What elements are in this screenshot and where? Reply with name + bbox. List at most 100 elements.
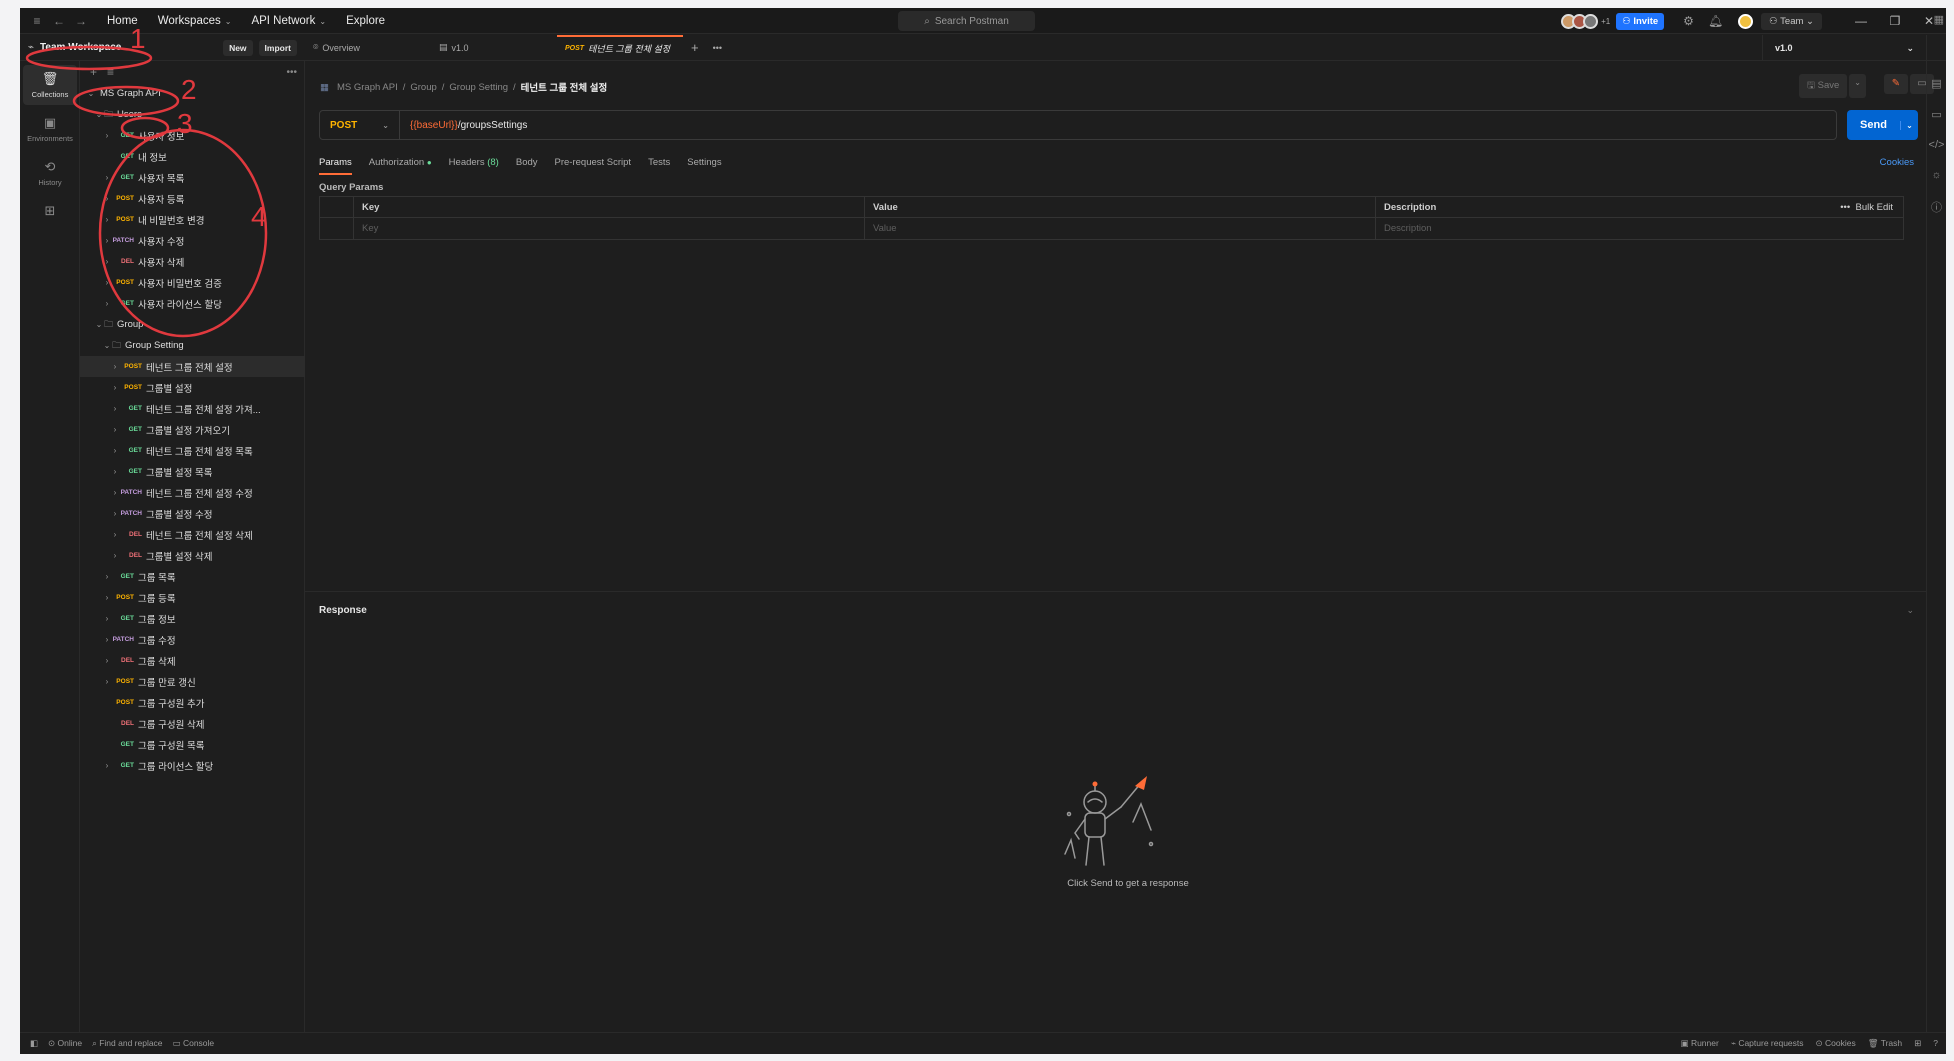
lightbulb-icon[interactable]: ☼ xyxy=(1927,169,1946,181)
request-item[interactable]: › DEL 그룹별 설정 삭제 xyxy=(80,545,305,566)
folder-item[interactable]: ⌄ 🗀︎ Group xyxy=(80,314,305,335)
invite-button[interactable]: ⚇ Invite xyxy=(1616,12,1665,30)
forward-arrow-icon[interactable]: → xyxy=(70,14,92,28)
back-arrow-icon[interactable]: ← xyxy=(48,14,70,28)
request-item[interactable]: POST 그룹 구성원 추가 xyxy=(80,692,305,713)
code-icon[interactable]: </> xyxy=(1927,139,1946,151)
collection-item[interactable]: ⌄ MS Graph API xyxy=(80,83,305,104)
trash-button[interactable]: 🗑︎ Trash xyxy=(1868,1038,1902,1049)
online-status[interactable]: ⊙ Online xyxy=(48,1038,82,1049)
cookies-link[interactable]: Cookies xyxy=(1880,157,1914,168)
request-item[interactable]: › POST 그룹 등록 xyxy=(80,587,305,608)
request-item[interactable]: › POST 그룹 만료 갱신 xyxy=(80,671,305,692)
chevron-right-icon[interactable]: › xyxy=(110,425,120,434)
capture-requests-button[interactable]: ⌁ Capture requests xyxy=(1731,1038,1804,1049)
sidebar-item-apps[interactable]: ⊞ xyxy=(23,197,77,228)
request-item[interactable]: GET 내 정보 xyxy=(80,146,305,167)
sidebar-item-history[interactable]: ⟲ History xyxy=(23,153,77,193)
request-item[interactable]: › PATCH 테넌트 그룹 전체 설정 수정 xyxy=(80,482,305,503)
request-item[interactable]: › PATCH 사용자 수정 xyxy=(80,230,305,251)
request-item[interactable]: › POST 사용자 비밀번호 검증 xyxy=(80,272,305,293)
tab-params[interactable]: Params xyxy=(319,157,352,175)
request-item[interactable]: GET 그룹 구성원 목록 xyxy=(80,734,305,755)
two-pane-icon[interactable]: ⊞ xyxy=(1914,1038,1921,1049)
chevron-right-icon[interactable]: › xyxy=(102,761,112,770)
chevron-right-icon[interactable]: › xyxy=(102,194,112,203)
request-item[interactable]: › PATCH 그룹별 설정 수정 xyxy=(80,503,305,524)
chevron-right-icon[interactable]: › xyxy=(110,404,120,413)
search-input[interactable]: ⌕ Search Postman xyxy=(898,11,1035,31)
runner-button[interactable]: ▣ Runner xyxy=(1681,1038,1719,1049)
add-icon[interactable]: + xyxy=(90,65,97,79)
sidebar-item-collections[interactable]: 🗑︎ Collections xyxy=(23,65,77,105)
method-select[interactable]: POST ⌄ xyxy=(320,111,400,139)
edit-pencil-icon[interactable]: ✎ xyxy=(1884,74,1908,94)
chevron-down-icon[interactable]: ⌄ xyxy=(1906,605,1914,616)
request-item[interactable]: › POST 내 비밀번호 변경 xyxy=(80,209,305,230)
request-item[interactable]: › GET 사용자 라이선스 할당 xyxy=(80,293,305,314)
comments-icon[interactable]: ▭ xyxy=(1927,108,1946,121)
chevron-right-icon[interactable]: › xyxy=(110,509,120,518)
request-item[interactable]: › POST 테넌트 그룹 전체 설정 xyxy=(80,356,305,377)
save-button[interactable]: 🖫︎ Save xyxy=(1798,74,1848,98)
new-tab-icon[interactable]: + xyxy=(691,40,699,55)
tab-active-request[interactable]: POST 테넌트 그룹 전체 설정 xyxy=(557,34,683,61)
chevron-right-icon[interactable]: › xyxy=(102,215,112,224)
tab-settings[interactable]: Settings xyxy=(687,157,721,175)
request-item[interactable]: › POST 사용자 등록 xyxy=(80,188,305,209)
find-replace-button[interactable]: ⌕ Find and replace xyxy=(92,1038,162,1049)
request-item[interactable]: › GET 그룹별 설정 가져오기 xyxy=(80,419,305,440)
request-item[interactable]: › GET 그룹별 설정 목록 xyxy=(80,461,305,482)
request-item[interactable]: › GET 사용자 목록 xyxy=(80,167,305,188)
more-options-icon[interactable]: ••• xyxy=(286,67,297,78)
nav-api-network[interactable]: API Network ⌄ xyxy=(246,15,331,27)
filter-icon[interactable]: ≡ xyxy=(107,65,114,79)
bulk-edit-button[interactable]: ••• Bulk Edit xyxy=(1840,202,1893,213)
request-item[interactable]: › PATCH 그룹 수정 xyxy=(80,629,305,650)
request-item[interactable]: › GET 그룹 정보 xyxy=(80,608,305,629)
restore-icon[interactable]: ❐ xyxy=(1878,14,1912,28)
request-item[interactable]: › DEL 테넌트 그룹 전체 설정 삭제 xyxy=(80,524,305,545)
response-divider[interactable] xyxy=(305,591,1926,592)
chevron-right-icon[interactable]: › xyxy=(102,593,112,602)
chevron-right-icon[interactable]: › xyxy=(102,257,112,266)
chevron-right-icon[interactable]: › xyxy=(102,656,112,665)
chevron-right-icon[interactable]: › xyxy=(110,551,120,560)
help-icon[interactable]: ? xyxy=(1933,1038,1938,1049)
chevron-right-icon[interactable]: › xyxy=(110,488,120,497)
tab-tests[interactable]: Tests xyxy=(648,157,670,175)
chevron-down-icon[interactable]: ⌄ xyxy=(94,110,104,119)
send-dropdown-icon[interactable]: ⌄ xyxy=(1900,120,1918,130)
chevron-right-icon[interactable]: › xyxy=(102,278,112,287)
chevron-right-icon[interactable]: › xyxy=(102,299,112,308)
toggle-sidebar-icon[interactable]: ◧ xyxy=(30,1038,38,1049)
team-button[interactable]: ⚇ Team ⌄ xyxy=(1761,12,1822,30)
param-key-input[interactable]: Key xyxy=(353,218,864,239)
notification-bell-icon[interactable]: 🔔︎ xyxy=(1708,14,1723,28)
save-dropdown-icon[interactable]: ⌄ xyxy=(1849,74,1866,98)
breadcrumb-folder[interactable]: Group xyxy=(410,82,436,93)
sidebar-item-environments[interactable]: ▣ Environments xyxy=(23,109,77,149)
workspace-name[interactable]: Team Workspace xyxy=(28,42,121,53)
request-item[interactable]: › DEL 사용자 삭제 xyxy=(80,251,305,272)
chevron-right-icon[interactable]: › xyxy=(110,362,120,371)
cookies-button[interactable]: ⊙ Cookies xyxy=(1816,1038,1856,1049)
chevron-right-icon[interactable]: › xyxy=(110,467,120,476)
request-item[interactable]: › POST 그룹별 설정 xyxy=(80,377,305,398)
chevron-right-icon[interactable]: › xyxy=(102,572,112,581)
folder-item[interactable]: ⌄ 🗀︎ Group Setting xyxy=(80,335,305,356)
menu-icon[interactable]: ≡ xyxy=(26,14,48,28)
documentation-icon[interactable]: ▤ xyxy=(1927,77,1946,90)
chevron-right-icon[interactable]: › xyxy=(102,131,112,140)
tab-headers[interactable]: Headers (8) xyxy=(449,157,499,175)
tab-body[interactable]: Body xyxy=(516,157,538,175)
import-button[interactable]: Import xyxy=(258,39,297,56)
chevron-right-icon[interactable]: › xyxy=(110,383,120,392)
nav-explore[interactable]: Explore xyxy=(341,15,390,27)
chevron-right-icon[interactable]: › xyxy=(110,530,120,539)
request-item[interactable]: DEL 그룹 구성원 삭제 xyxy=(80,713,305,734)
tab-more-icon[interactable]: ••• xyxy=(713,43,722,53)
url-input[interactable]: {{baseUrl}}/groupsSettings xyxy=(410,120,527,131)
environment-select[interactable]: v1.0 ⌄ xyxy=(1762,35,1926,61)
chevron-right-icon[interactable]: › xyxy=(110,446,120,455)
